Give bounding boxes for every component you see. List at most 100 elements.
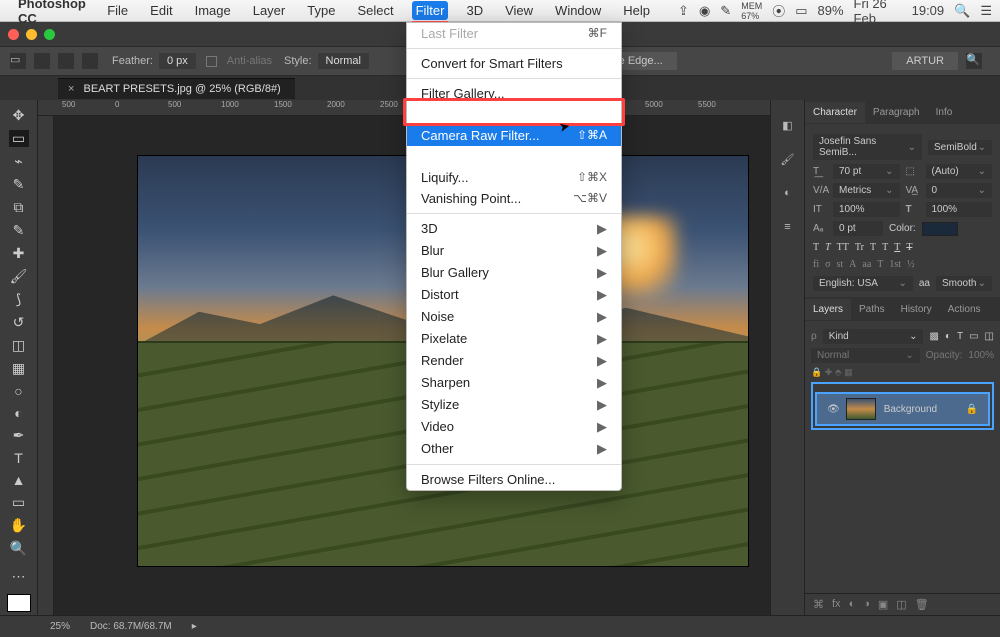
evernote-icon[interactable]: ✎: [720, 3, 731, 19]
subscript-button[interactable]: T: [882, 242, 888, 253]
time[interactable]: 19:09: [912, 3, 945, 18]
font-weight-select[interactable]: SemiBold⌄: [928, 140, 992, 155]
menu-3d[interactable]: 3D▶: [407, 218, 621, 240]
healing-tool[interactable]: ✚: [9, 245, 29, 262]
layer-name[interactable]: Background: [884, 404, 937, 415]
adjustments-panel-icon[interactable]: ◐: [777, 182, 799, 204]
stamp-tool[interactable]: ⟆: [9, 291, 29, 308]
hand-tool[interactable]: ✋: [9, 517, 29, 534]
menu-sharpen[interactable]: Sharpen▶: [407, 372, 621, 394]
cc-icon[interactable]: ◉: [699, 3, 710, 19]
notifications-icon[interactable]: ☰: [980, 3, 992, 19]
menu-blur-gallery[interactable]: Blur Gallery▶: [407, 262, 621, 284]
type-tool[interactable]: T: [9, 450, 29, 466]
menu-stylize[interactable]: Stylize▶: [407, 394, 621, 416]
italic-button[interactable]: T: [825, 242, 831, 253]
close-tab-icon[interactable]: ×: [68, 83, 74, 95]
tab-actions[interactable]: Actions: [940, 299, 989, 320]
dodge-tool[interactable]: ◐: [9, 405, 29, 421]
workspace-switcher[interactable]: ARTUR: [892, 52, 958, 70]
fx-icon[interactable]: fx: [832, 598, 841, 611]
search-icon[interactable]: 🔍: [966, 53, 982, 69]
menu-video[interactable]: Video▶: [407, 416, 621, 438]
shape-tool[interactable]: ▭: [9, 494, 29, 511]
menu-view[interactable]: View: [501, 1, 537, 20]
filter-shape-icon[interactable]: ▭: [969, 331, 978, 342]
eraser-tool[interactable]: ◫: [9, 337, 29, 354]
date[interactable]: Fri 26 Feb: [854, 0, 902, 26]
menu-select[interactable]: Select: [353, 1, 397, 20]
minimize-window-button[interactable]: [26, 29, 37, 40]
blend-mode-select[interactable]: Normal⌄: [811, 348, 920, 363]
baseline-field[interactable]: 0 pt: [833, 221, 883, 236]
gradient-tool[interactable]: ▦: [9, 360, 29, 377]
path-select-tool[interactable]: ▲: [9, 472, 29, 488]
move-tool[interactable]: ✥: [9, 107, 29, 124]
pen-tool[interactable]: ✒: [9, 427, 29, 444]
swash-button[interactable]: A: [849, 259, 856, 270]
lock-icon[interactable]: 🔒: [966, 404, 978, 415]
quick-select-tool[interactable]: ✎: [9, 176, 29, 193]
wifi-icon[interactable]: ⦿: [772, 1, 785, 20]
blur-tool[interactable]: ○: [9, 383, 29, 399]
strike-button[interactable]: T: [906, 242, 912, 253]
dropbox-icon[interactable]: ⇪: [678, 3, 689, 19]
fractions-button[interactable]: ½: [907, 259, 915, 270]
tab-info[interactable]: Info: [928, 102, 961, 123]
hscale-field[interactable]: 100%: [926, 202, 993, 217]
zoom-tool[interactable]: 🔍: [9, 540, 29, 557]
spotlight-icon[interactable]: 🔍: [954, 3, 970, 19]
status-arrow-icon[interactable]: ▸: [192, 621, 197, 632]
close-window-button[interactable]: [8, 29, 19, 40]
menu-convert-smart[interactable]: Convert for Smart Filters: [407, 53, 621, 74]
edit-toolbar[interactable]: ⋯: [9, 568, 29, 585]
vscale-field[interactable]: 100%: [833, 202, 900, 217]
trash-icon[interactable]: 🗑: [915, 598, 929, 611]
menu-filter[interactable]: Filter: [412, 1, 449, 20]
tab-paths[interactable]: Paths: [851, 299, 893, 320]
menu-3d[interactable]: 3D: [462, 1, 487, 20]
history-brush-tool[interactable]: ↺: [9, 314, 29, 331]
antialias-check[interactable]: [206, 56, 217, 67]
mem-icon[interactable]: MEM67%: [741, 1, 762, 21]
filter-adj-icon[interactable]: ◐: [945, 331, 951, 342]
menu-window[interactable]: Window: [551, 1, 605, 20]
menu-filter-gallery[interactable]: Filter Gallery...: [407, 83, 621, 104]
visibility-icon[interactable]: 👁: [827, 404, 840, 415]
underline-button[interactable]: T: [894, 242, 900, 253]
layer-thumbnail[interactable]: [846, 398, 876, 420]
doc-size[interactable]: Doc: 68.7M/68.7M: [90, 621, 172, 632]
menu-file[interactable]: File: [103, 1, 132, 20]
menu-edit[interactable]: Edit: [146, 1, 176, 20]
menu-browse-filters[interactable]: Browse Filters Online...: [407, 469, 621, 490]
font-size-field[interactable]: 70 pt⌄: [833, 164, 900, 179]
menu-layer[interactable]: Layer: [249, 1, 290, 20]
marquee-sub-icon[interactable]: [58, 53, 74, 69]
tracking-field[interactable]: 0⌄: [926, 183, 993, 198]
menu-help[interactable]: Help: [619, 1, 654, 20]
style-select[interactable]: Normal: [318, 53, 369, 69]
font-family-select[interactable]: Josefin Sans SemiB...⌄: [813, 134, 922, 160]
superscript-button[interactable]: T: [870, 242, 876, 253]
menu-render[interactable]: Render▶: [407, 350, 621, 372]
layer-filter-select[interactable]: Kind⌄: [823, 329, 924, 344]
tab-character[interactable]: Character: [805, 102, 865, 123]
menu-other[interactable]: Other▶: [407, 438, 621, 460]
crop-tool[interactable]: ⧉: [9, 199, 29, 216]
menu-image[interactable]: Image: [191, 1, 235, 20]
marquee-add-icon[interactable]: [34, 53, 50, 69]
leading-field[interactable]: (Auto)⌄: [926, 164, 993, 179]
bold-button[interactable]: T: [813, 242, 819, 253]
new-layer-icon[interactable]: ◫: [896, 598, 906, 611]
menu-camera-raw-filter[interactable]: Camera Raw Filter...⇧⌘A: [407, 125, 621, 146]
ruler-vertical[interactable]: [38, 116, 54, 615]
tab-paragraph[interactable]: Paragraph: [865, 102, 928, 123]
zoom-level[interactable]: 25%: [50, 621, 70, 632]
contextual-button[interactable]: σ: [825, 259, 830, 270]
marquee-intersect-icon[interactable]: [82, 53, 98, 69]
stylistic-button[interactable]: aa: [862, 259, 871, 270]
adjustment-icon[interactable]: ◑: [863, 598, 870, 611]
group-icon[interactable]: ▣: [878, 598, 888, 611]
allcaps-button[interactable]: TT: [837, 242, 849, 253]
tab-layers[interactable]: Layers: [805, 299, 851, 320]
